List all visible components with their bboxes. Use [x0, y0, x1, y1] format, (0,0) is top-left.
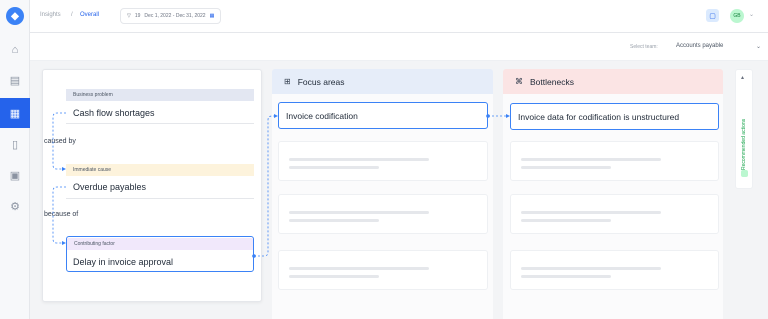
breadcrumb-overall[interactable]: Overall	[80, 12, 99, 18]
notifications-icon[interactable]: ▢	[706, 9, 719, 22]
divider	[66, 198, 254, 199]
date-range-text: Dec 1, 2022 - Dec 31, 2022	[144, 13, 206, 19]
divider	[66, 123, 254, 124]
left-rail: ◆ ⌂ ▤ ▦ ▯ ▣ ⚙	[0, 0, 30, 319]
bottleneck-icon: ⌘	[515, 77, 523, 86]
placeholder-card	[278, 141, 488, 181]
avatar[interactable]: GB	[730, 9, 744, 23]
recommended-actions-icon	[741, 170, 748, 177]
bottleneck-card[interactable]: Invoice data for codification is unstruc…	[510, 103, 719, 130]
team-chevron-icon[interactable]: ⌄	[756, 43, 761, 50]
team-select[interactable]: Accounts payable	[676, 43, 723, 49]
bottlenecks-title: Bottlenecks	[530, 76, 574, 87]
chat-icon[interactable]: ▤	[8, 73, 22, 87]
top-bar: Insights / Overall ▽ 19 Dec 1, 2022 - De…	[30, 0, 768, 33]
because-of-label: because of	[44, 211, 79, 218]
settings-icon[interactable]: ⚙	[8, 199, 22, 213]
placeholder-card	[278, 194, 488, 234]
focus-area-card[interactable]: Invoice codification	[278, 102, 488, 129]
placeholder-card	[510, 141, 719, 181]
date-range-picker[interactable]: ▽ 19 Dec 1, 2022 - Dec 31, 2022 ▦	[120, 8, 222, 24]
business-problem-tag: Business problem	[66, 89, 254, 101]
immediate-cause-text[interactable]: Overdue payables	[73, 182, 146, 192]
document-icon[interactable]: ▯	[8, 137, 22, 151]
placeholder-card	[278, 250, 488, 290]
recommended-actions-label: Recommended actions	[741, 118, 747, 170]
focus-areas-header: ⊞ Focus areas	[272, 69, 493, 94]
caused-by-label: caused by	[44, 138, 76, 145]
logo-icon[interactable]: ◆	[6, 7, 24, 25]
insights-icon[interactable]: ▦	[0, 98, 30, 128]
image-icon[interactable]: ▣	[8, 168, 22, 182]
contributing-factor-text: Delay in invoice approval	[73, 257, 174, 267]
bottlenecks-header: ⌘ Bottlenecks	[503, 69, 723, 94]
home-icon[interactable]: ⌂	[8, 43, 22, 57]
placeholder-card	[510, 250, 719, 290]
pin-icon[interactable]: ▴	[741, 74, 744, 81]
focus-areas-title: Focus areas	[297, 76, 345, 87]
immediate-cause-tag: Immediate cause	[66, 164, 254, 176]
placeholder-card	[510, 194, 719, 234]
team-select-label: Select team:	[630, 44, 658, 50]
filter-icon: ▽	[127, 13, 131, 19]
breadcrumb-separator: /	[71, 12, 73, 18]
app-root: ◆ ⌂ ▤ ▦ ▯ ▣ ⚙ Insights / Overall ▽ 19 De…	[0, 0, 768, 319]
hierarchy-icon: ⊞	[284, 77, 291, 86]
breadcrumb-insights[interactable]: Insights	[40, 12, 61, 18]
contributing-factor-tag: Contributing factor	[67, 238, 253, 250]
date-badge: 19	[134, 13, 141, 19]
team-bar: Select team: Accounts payable ⌄	[30, 33, 768, 61]
chevron-down-icon[interactable]: ⌄	[749, 11, 754, 18]
business-problem-text[interactable]: Cash flow shortages	[73, 108, 155, 118]
calendar-icon: ▦	[209, 13, 215, 19]
recommended-actions-panel[interactable]: ▴ Recommended actions	[735, 69, 753, 189]
